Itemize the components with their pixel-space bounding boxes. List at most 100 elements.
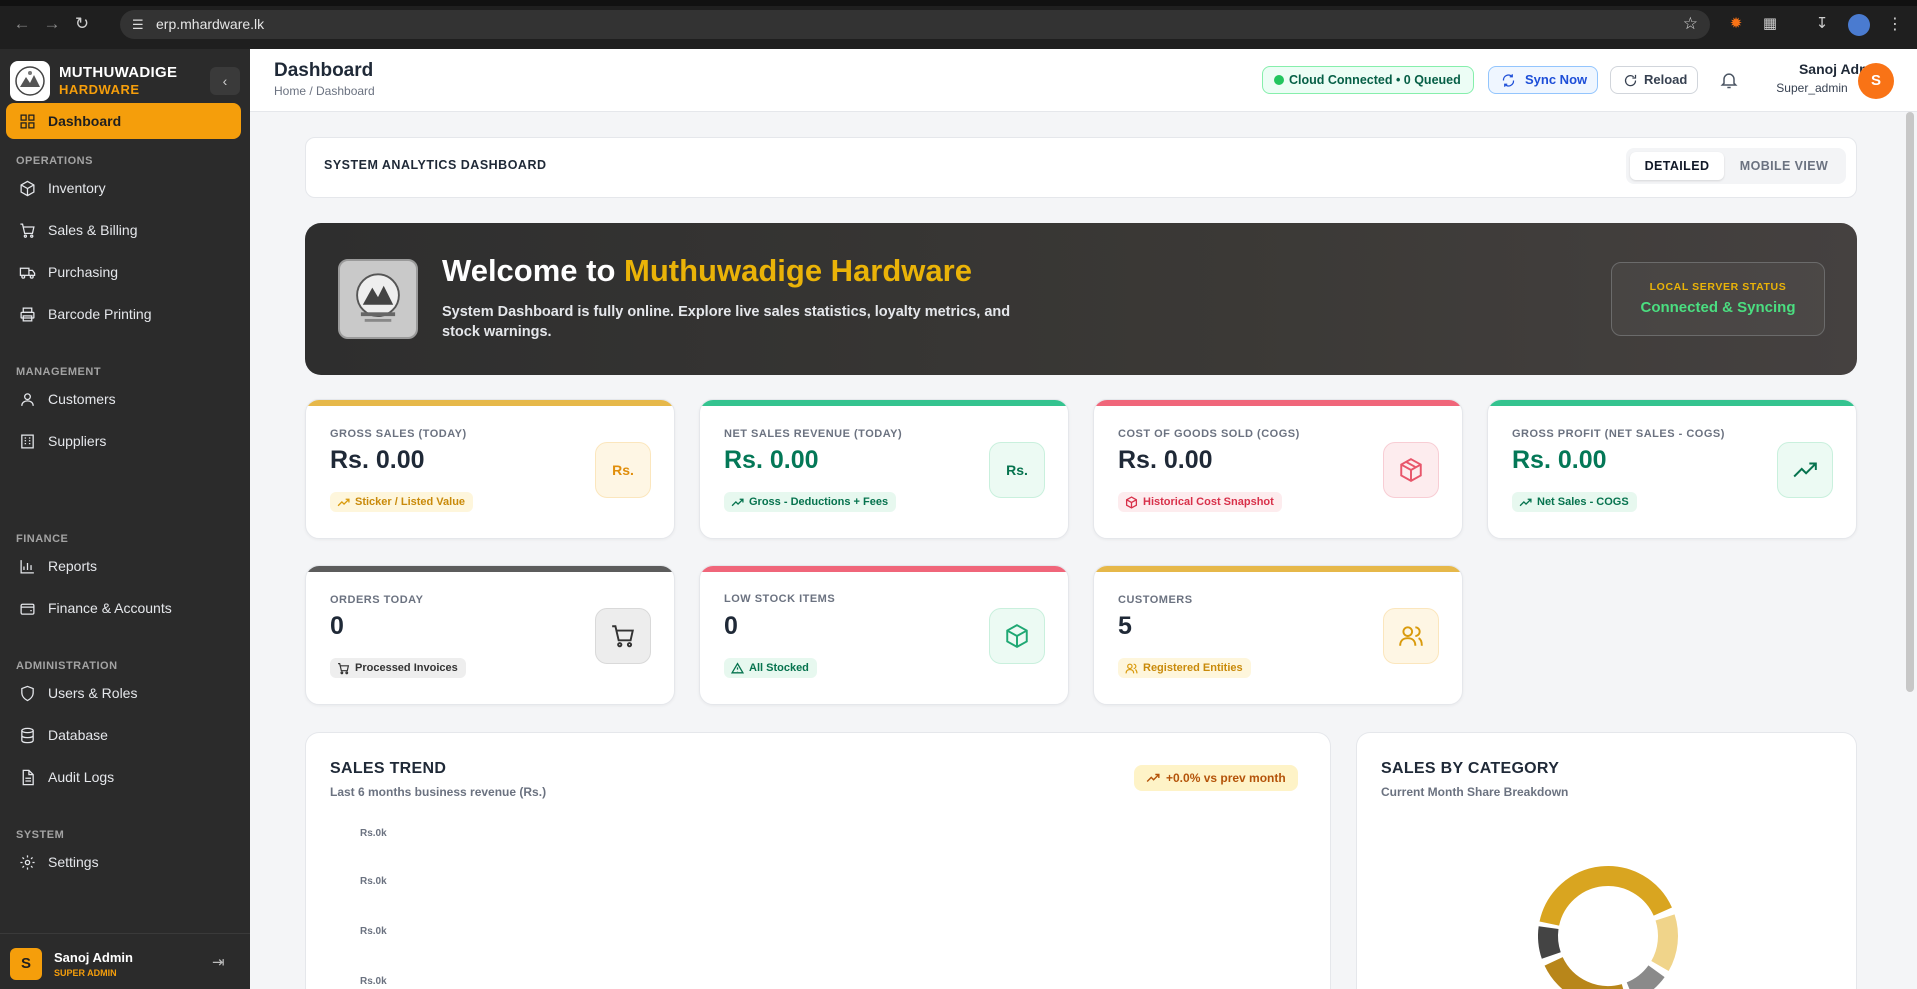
sidebar-item-sales-billing[interactable]: Sales & Billing [6, 212, 241, 248]
kpi-value: Rs. 0.00 [330, 446, 425, 474]
url-text[interactable]: erp.mhardware.lk [156, 16, 264, 32]
cart-icon [18, 221, 36, 239]
brand-logo [10, 61, 50, 101]
kpi-tag-text: All Stocked [749, 662, 809, 674]
sidebar-item-settings[interactable]: Settings [6, 844, 241, 880]
sales-by-category-title: SALES BY CATEGORY [1381, 760, 1560, 777]
kpi-label: NET SALES REVENUE (TODAY) [724, 428, 903, 440]
user-icon [18, 390, 36, 408]
company-logo-icon [356, 273, 400, 322]
y-axis-tick: Rs.0k [360, 926, 387, 937]
sync-now-button[interactable]: Sync Now [1488, 66, 1598, 94]
rupee-icon: Rs. [595, 442, 651, 498]
kpi-tag-text: Historical Cost Snapshot [1143, 496, 1274, 508]
top-header: Dashboard Home / Dashboard Cloud Connect… [250, 49, 1917, 112]
kpi-value: Rs. 0.00 [724, 446, 819, 474]
warning-triangle-icon [731, 662, 744, 674]
wallet-icon [18, 599, 36, 617]
sidebar-item-label: Settings [48, 854, 99, 870]
status-dot-icon [1274, 75, 1284, 85]
sidebar-item-suppliers[interactable]: Suppliers [6, 423, 241, 459]
sidebar-user-panel: S Sanoj Admin SUPER ADMIN ⇥ [0, 933, 250, 989]
sidebar-item-inventory[interactable]: Inventory [6, 170, 241, 206]
tab-detailed[interactable]: DETAILED [1630, 152, 1724, 180]
extension-sun-icon[interactable]: ✹ [1726, 14, 1746, 34]
sidebar-item-users-roles[interactable]: Users & Roles [6, 675, 241, 711]
server-status-label: LOCAL SERVER STATUS [1649, 281, 1787, 293]
sales-trend-subtitle: Last 6 months business revenue (Rs.) [330, 785, 547, 799]
forward-icon[interactable]: → [42, 14, 62, 34]
refresh-icon[interactable]: ↻ [72, 14, 92, 34]
browser-menu-icon[interactable]: ⋮ [1887, 14, 1903, 34]
breadcrumb[interactable]: Home / Dashboard [274, 84, 375, 98]
collapse-sidebar-button[interactable]: ‹ [210, 67, 240, 95]
page-scrollbar[interactable] [1906, 112, 1914, 692]
nav-section-finance: FINANCE [16, 533, 69, 545]
sidebar-item-purchasing[interactable]: Purchasing [6, 254, 241, 290]
donut-segment[interactable] [1651, 914, 1678, 971]
sidebar-item-label: Inventory [48, 180, 106, 196]
rupee-icon: Rs. [989, 442, 1045, 498]
kpi-tag-text: Gross - Deductions + Fees [749, 496, 889, 508]
kpi-value: 0 [330, 612, 344, 640]
avatar[interactable]: S [10, 948, 42, 980]
sidebar-item-database[interactable]: Database [6, 717, 241, 753]
sidebar-item-label: Finance & Accounts [48, 600, 172, 616]
kpi-tag: Gross - Deductions + Fees [724, 492, 897, 512]
bell-icon[interactable] [1719, 70, 1739, 90]
donut-segment[interactable] [1538, 926, 1561, 959]
sidebar-user-role: SUPER ADMIN [54, 968, 117, 978]
cart-icon [338, 663, 350, 675]
kpi-tag: Net Sales - COGS [1512, 492, 1637, 512]
kpi-tag-text: Sticker / Listed Value [355, 496, 466, 508]
tab-mobile-view[interactable]: MOBILE VIEW [1730, 152, 1838, 180]
nav-section-management: MANAGEMENT [16, 366, 102, 378]
avatar[interactable]: S [1858, 63, 1894, 99]
donut-segment[interactable] [1539, 866, 1672, 926]
sidebar-item-audit-logs[interactable]: Audit Logs [6, 759, 241, 795]
logout-icon[interactable]: ⇥ [212, 953, 225, 971]
bookmark-star-icon[interactable]: ☆ [1683, 14, 1698, 34]
y-axis-tick: Rs.0k [360, 828, 387, 839]
sales-by-category-panel: SALES BY CATEGORY Current Month Share Br… [1356, 732, 1857, 989]
database-icon [18, 726, 36, 744]
sales-by-category-subtitle: Current Month Share Breakdown [1381, 785, 1569, 799]
trend-change-text: +0.0% vs prev month [1166, 771, 1286, 785]
kpi-value: Rs. 0.00 [1512, 446, 1607, 474]
reload-button[interactable]: Reload [1610, 66, 1698, 94]
sidebar-item-dashboard[interactable]: Dashboard [6, 103, 241, 139]
site-info-icon[interactable]: ☰ [132, 16, 150, 34]
sidebar-item-reports[interactable]: Reports [6, 548, 241, 584]
nav-section-operations: OPERATIONS [16, 155, 93, 167]
brand-name: MUTHUWADIGE [59, 64, 178, 81]
address-bar[interactable]: ☰ erp.mhardware.lk ☆ [120, 10, 1710, 39]
connection-status-text: Cloud Connected • 0 Queued [1289, 73, 1461, 87]
sidebar-item-customers[interactable]: Customers [6, 381, 241, 417]
browser-profile-icon[interactable] [1848, 14, 1870, 36]
download-icon[interactable]: ↧ [1812, 14, 1832, 34]
sidebar: MUTHUWADIGE HARDWARE ‹ Dashboard OPERATI… [0, 49, 250, 989]
welcome-heading-prefix: Welcome to [442, 253, 616, 288]
kpi-card-customers: CUSTOMERS 5 Registered Entities [1093, 565, 1463, 705]
users-icon-box [1383, 608, 1439, 664]
cube-icon-box [989, 608, 1045, 664]
package-icon-box [1383, 442, 1439, 498]
sidebar-item-label: Database [48, 727, 108, 743]
analytics-toolbar: SYSTEM ANALYTICS DASHBOARD DETAILED MOBI… [305, 137, 1857, 198]
sidebar-item-finance-accounts[interactable]: Finance & Accounts [6, 590, 241, 626]
page-title: Dashboard [274, 60, 374, 81]
card-accent-bar [700, 566, 1068, 572]
trend-change-badge: +0.0% vs prev month [1134, 765, 1298, 791]
donut-segment[interactable] [1544, 956, 1625, 989]
extensions-icon[interactable]: ▦ [1760, 14, 1780, 34]
server-status-box: LOCAL SERVER STATUS Connected & Syncing [1611, 262, 1825, 336]
donut-segment[interactable] [1626, 965, 1665, 989]
package-icon [1400, 458, 1422, 482]
package-icon [1125, 496, 1138, 509]
sidebar-item-barcode-printing[interactable]: Barcode Printing [6, 296, 241, 332]
back-icon[interactable]: ← [12, 14, 32, 34]
y-axis-tick: Rs.0k [360, 976, 387, 987]
kpi-tag-text: Registered Entities [1143, 662, 1243, 674]
trending-up-icon [731, 498, 744, 507]
sync-now-label: Sync Now [1525, 72, 1588, 87]
